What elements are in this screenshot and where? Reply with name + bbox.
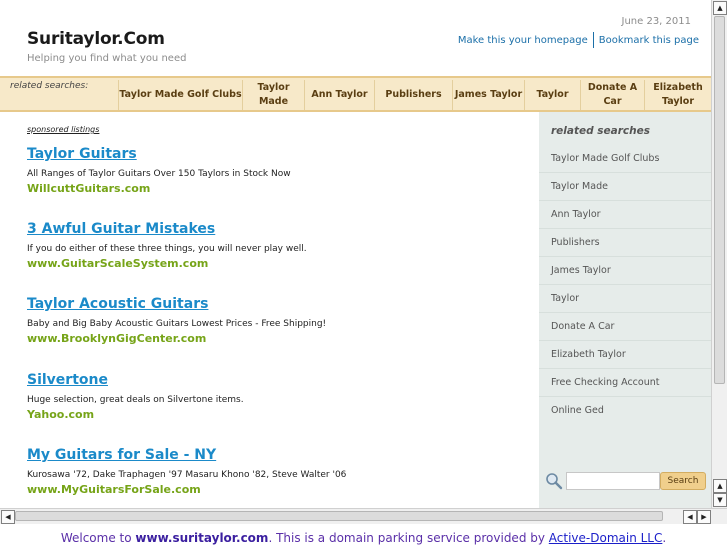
sidebar-divider [539, 172, 711, 173]
related-bar-item-taylor[interactable]: Taylor [524, 80, 580, 110]
listing-url[interactable]: WillcuttGuitars.com [27, 182, 527, 195]
sidebar-item-online-ged[interactable]: Online Ged [551, 405, 604, 416]
magnifier-icon [546, 473, 563, 490]
scroll-down-arrow-icon[interactable]: ▲ [713, 479, 727, 493]
listing-title[interactable]: My Guitars for Sale - NY [27, 447, 527, 463]
scroll-down-arrow-icon[interactable]: ▼ [713, 493, 727, 507]
horizontal-scroll-thumb[interactable] [15, 511, 663, 521]
related-bar-item-taylor-made-golf-clubs[interactable]: Taylor Made Golf Clubs [118, 80, 242, 110]
sidebar-divider [539, 200, 711, 201]
sidebar-item-publishers[interactable]: Publishers [551, 237, 600, 248]
scroll-up-arrow-icon[interactable]: ▲ [713, 1, 727, 15]
listing-description: Huge selection, great deals on Silverton… [27, 395, 244, 405]
page-viewport: Suritaylor.Com Helping you find what you… [0, 0, 711, 508]
horizontal-scrollbar[interactable]: ◀ ◀ ▶ [0, 508, 727, 524]
related-searches-sidebar: related searches Taylor Made Golf Clubs … [539, 112, 711, 508]
listing: 3 Awful Guitar Mistakes If you do either… [27, 221, 527, 270]
make-homepage-link[interactable]: Make this your homepage [458, 35, 588, 46]
related-bar-label: related searches: [10, 81, 89, 91]
sidebar-divider [539, 396, 711, 397]
search-button[interactable]: Search [660, 472, 706, 490]
scroll-right-arrow-icon[interactable]: ▶ [697, 510, 711, 524]
sidebar-item-free-checking-account[interactable]: Free Checking Account [551, 377, 659, 388]
sidebar-item-elizabeth-taylor[interactable]: Elizabeth Taylor [551, 349, 626, 360]
bookmark-link[interactable]: Bookmark this page [599, 35, 699, 46]
sidebar-heading: related searches [551, 125, 651, 137]
sidebar-divider [539, 284, 711, 285]
search-input[interactable] [566, 472, 660, 490]
sidebar-divider [539, 368, 711, 369]
site-tagline: Helping you find what you need [27, 53, 187, 64]
related-bar-item-james-taylor[interactable]: James Taylor [452, 80, 524, 110]
header-links: Make this your homepage Bookmark this pa… [458, 32, 699, 48]
listing-description: Baby and Big Baby Acoustic Guitars Lowes… [27, 319, 327, 329]
related-bar-item-ann-taylor[interactable]: Ann Taylor [304, 80, 374, 110]
footer-prefix: Welcome to [60, 531, 136, 545]
sidebar-divider [539, 340, 711, 341]
scroll-left-arrow-icon[interactable]: ◀ [683, 510, 697, 524]
link-divider [592, 32, 594, 48]
sidebar-divider [539, 228, 711, 229]
vertical-scrollbar[interactable]: ▲ ▲ ▼ [711, 0, 727, 508]
listing-url[interactable]: www.MyGuitarsForSale.com [27, 483, 527, 496]
related-searches-bar: related searches: Taylor Made Golf Clubs… [0, 76, 711, 112]
listing-description: Kurosawa '72, Dake Traphagen '97 Masaru … [27, 470, 347, 480]
sidebar-item-ann-taylor[interactable]: Ann Taylor [551, 209, 601, 220]
date-label: June 23, 2011 [621, 16, 692, 27]
related-bar-item-publishers[interactable]: Publishers [374, 80, 452, 110]
listing-url[interactable]: www.BrooklynGigCenter.com [27, 332, 527, 345]
listing: Taylor Acoustic Guitars Baby and Big Bab… [27, 296, 527, 345]
listing-title[interactable]: 3 Awful Guitar Mistakes [27, 221, 527, 237]
listing: Silvertone Huge selection, great deals o… [27, 372, 527, 421]
footer-middle: . This is a domain parking service provi… [268, 531, 549, 545]
site-title[interactable]: Suritaylor.Com [27, 29, 165, 49]
listing-title[interactable]: Silvertone [27, 372, 527, 388]
sidebar-divider [539, 256, 711, 257]
listing: Taylor Guitars All Ranges of Taylor Guit… [27, 146, 527, 195]
listing-description: If you do either of these three things, … [27, 244, 307, 254]
search-form: Search [545, 470, 706, 492]
related-bar-item-donate-a-car[interactable]: Donate A Car [580, 80, 644, 110]
sidebar-item-taylor[interactable]: Taylor [551, 293, 579, 304]
sponsored-listings-label: sponsored listings [27, 125, 100, 134]
sidebar-item-taylor-made-golf-clubs[interactable]: Taylor Made Golf Clubs [551, 153, 659, 164]
listing-title[interactable]: Taylor Guitars [27, 146, 527, 162]
related-bar-item-taylor-made[interactable]: Taylor Made [242, 80, 304, 110]
sponsored-listings-panel: sponsored listings Taylor Guitars All Ra… [0, 112, 539, 508]
listing-url[interactable]: Yahoo.com [27, 408, 527, 421]
site-header: Suritaylor.Com Helping you find what you… [0, 0, 711, 76]
provider-link[interactable]: Active-Domain LLC [549, 531, 663, 545]
parking-footer: Welcome to www.suritaylor.com. This is a… [0, 524, 727, 545]
related-bar-item-elizabeth-taylor[interactable]: Elizabeth Taylor [644, 80, 711, 110]
listing-description: All Ranges of Taylor Guitars Over 150 Ta… [27, 169, 291, 179]
sidebar-divider [539, 312, 711, 313]
listing-url[interactable]: www.GuitarScaleSystem.com [27, 257, 527, 270]
footer-domain: www.suritaylor.com [135, 531, 269, 545]
scroll-left-arrow-icon[interactable]: ◀ [1, 510, 15, 524]
sidebar-item-taylor-made[interactable]: Taylor Made [551, 181, 608, 192]
footer-suffix: . [662, 531, 667, 545]
sidebar-item-donate-a-car[interactable]: Donate A Car [551, 321, 614, 332]
listing-title[interactable]: Taylor Acoustic Guitars [27, 296, 527, 312]
vertical-scroll-thumb[interactable] [714, 16, 725, 384]
sidebar-item-james-taylor[interactable]: James Taylor [551, 265, 611, 276]
listing: My Guitars for Sale - NY Kurosawa '72, D… [27, 447, 527, 496]
